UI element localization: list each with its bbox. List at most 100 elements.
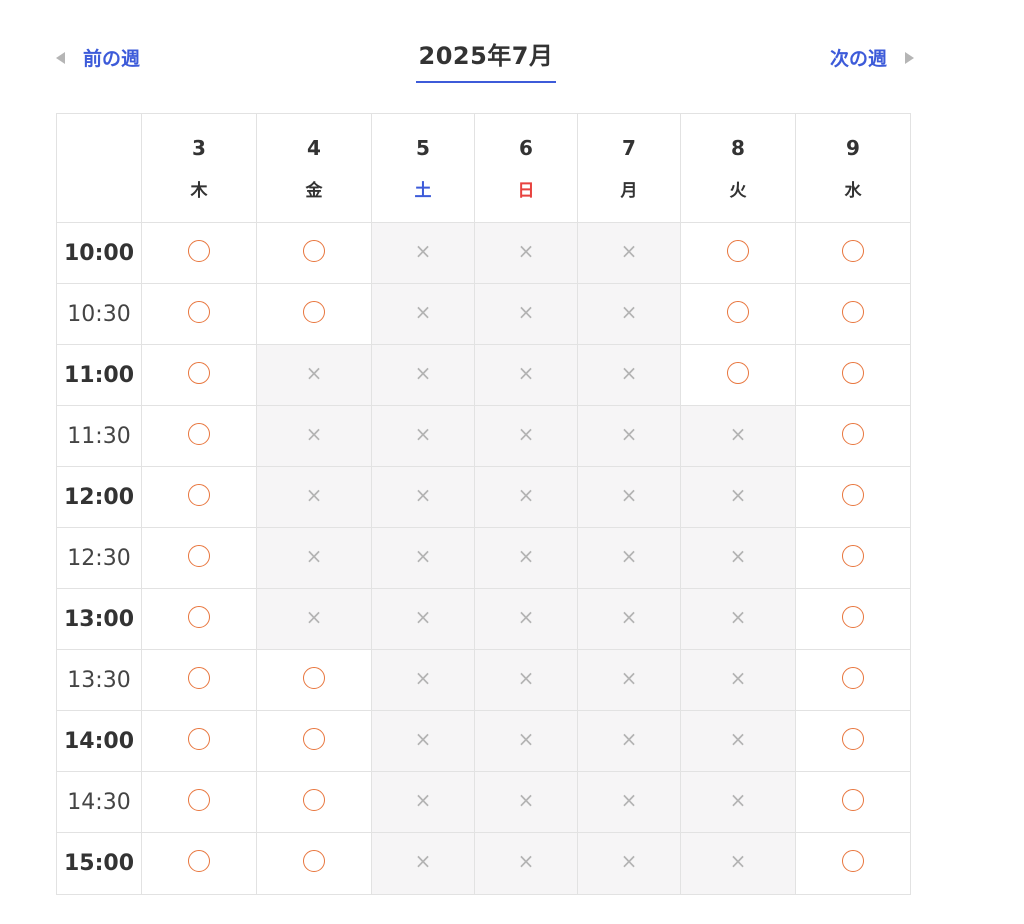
unavailable-cross-icon: × — [729, 422, 747, 446]
available-circle-icon[interactable] — [188, 484, 210, 506]
slot-unavailable: × — [680, 405, 796, 467]
slot-available[interactable] — [795, 588, 911, 650]
available-circle-icon[interactable] — [727, 240, 749, 262]
slot-unavailable: × — [577, 222, 681, 284]
slot-available[interactable] — [795, 466, 911, 528]
slot-available[interactable] — [141, 527, 257, 589]
available-circle-icon[interactable] — [842, 728, 864, 750]
available-circle-icon[interactable] — [188, 301, 210, 323]
available-circle-icon[interactable] — [727, 301, 749, 323]
unavailable-cross-icon: × — [414, 300, 432, 324]
unavailable-cross-icon: × — [305, 544, 323, 568]
available-circle-icon[interactable] — [303, 789, 325, 811]
available-circle-icon[interactable] — [842, 362, 864, 384]
next-week-link[interactable]: 次の週 — [830, 44, 914, 71]
unavailable-cross-icon: × — [305, 605, 323, 629]
slot-unavailable: × — [371, 832, 475, 895]
slot-unavailable: × — [680, 649, 796, 711]
available-circle-icon[interactable] — [303, 240, 325, 262]
day-header-6: 6日 — [474, 113, 578, 223]
slot-unavailable: × — [474, 405, 578, 467]
day-header-row: 3木4金5土6日7月8火9水 — [56, 113, 911, 223]
available-circle-icon[interactable] — [303, 850, 325, 872]
available-circle-icon[interactable] — [842, 850, 864, 872]
available-circle-icon[interactable] — [188, 423, 210, 445]
slot-available[interactable] — [795, 649, 911, 711]
time-row: 10:30 × × × — [56, 283, 911, 345]
slot-available[interactable] — [795, 222, 911, 284]
available-circle-icon[interactable] — [188, 728, 210, 750]
unavailable-cross-icon: × — [305, 483, 323, 507]
available-circle-icon[interactable] — [188, 240, 210, 262]
slot-available[interactable] — [795, 771, 911, 833]
day-date: 9 — [846, 135, 860, 160]
time-label: 11:00 — [56, 344, 142, 406]
slot-available[interactable] — [795, 344, 911, 406]
slot-available[interactable] — [141, 588, 257, 650]
slot-available[interactable] — [141, 832, 257, 895]
slot-available[interactable] — [141, 283, 257, 345]
slot-available[interactable] — [141, 771, 257, 833]
day-date: 5 — [416, 135, 430, 160]
slot-available[interactable] — [256, 283, 372, 345]
time-label: 14:30 — [56, 771, 142, 833]
slot-unavailable: × — [371, 710, 475, 772]
slot-available[interactable] — [141, 649, 257, 711]
slot-unavailable: × — [577, 283, 681, 345]
slot-available[interactable] — [141, 466, 257, 528]
slot-available[interactable] — [256, 710, 372, 772]
available-circle-icon[interactable] — [842, 789, 864, 811]
slot-unavailable: × — [256, 466, 372, 528]
slot-unavailable: × — [371, 405, 475, 467]
available-circle-icon[interactable] — [842, 423, 864, 445]
slot-unavailable: × — [680, 771, 796, 833]
slot-available[interactable] — [680, 222, 796, 284]
slot-unavailable: × — [577, 588, 681, 650]
slot-available[interactable] — [256, 832, 372, 895]
slot-available[interactable] — [795, 527, 911, 589]
available-circle-icon[interactable] — [842, 240, 864, 262]
slot-available[interactable] — [680, 344, 796, 406]
available-circle-icon[interactable] — [188, 545, 210, 567]
slot-available[interactable] — [680, 283, 796, 345]
slot-available[interactable] — [141, 344, 257, 406]
slot-available[interactable] — [795, 710, 911, 772]
slot-available[interactable] — [795, 405, 911, 467]
slot-unavailable: × — [474, 588, 578, 650]
available-circle-icon[interactable] — [188, 850, 210, 872]
available-circle-icon[interactable] — [842, 545, 864, 567]
slot-available[interactable] — [256, 222, 372, 284]
available-circle-icon[interactable] — [842, 484, 864, 506]
unavailable-cross-icon: × — [517, 544, 535, 568]
time-row: 15:00 × × × × — [56, 832, 911, 895]
slot-unavailable: × — [680, 466, 796, 528]
slot-unavailable: × — [474, 710, 578, 772]
slot-available[interactable] — [141, 405, 257, 467]
available-circle-icon[interactable] — [842, 606, 864, 628]
available-circle-icon[interactable] — [188, 606, 210, 628]
available-circle-icon[interactable] — [727, 362, 749, 384]
time-row: 13:00 × × × × × — [56, 588, 911, 650]
slot-unavailable: × — [474, 649, 578, 711]
unavailable-cross-icon: × — [620, 483, 638, 507]
slot-available[interactable] — [141, 710, 257, 772]
prev-week-link[interactable]: 前の週 — [56, 44, 140, 71]
slot-available[interactable] — [256, 649, 372, 711]
slot-available[interactable] — [141, 222, 257, 284]
slot-unavailable: × — [371, 527, 475, 589]
available-circle-icon[interactable] — [842, 667, 864, 689]
unavailable-cross-icon: × — [517, 849, 535, 873]
available-circle-icon[interactable] — [188, 362, 210, 384]
slot-available[interactable] — [795, 283, 911, 345]
available-circle-icon[interactable] — [188, 667, 210, 689]
available-circle-icon[interactable] — [303, 728, 325, 750]
available-circle-icon[interactable] — [303, 301, 325, 323]
available-circle-icon[interactable] — [303, 667, 325, 689]
available-circle-icon[interactable] — [842, 301, 864, 323]
slot-available[interactable] — [795, 832, 911, 895]
unavailable-cross-icon: × — [620, 422, 638, 446]
slot-available[interactable] — [256, 771, 372, 833]
slot-unavailable: × — [474, 832, 578, 895]
available-circle-icon[interactable] — [188, 789, 210, 811]
time-row: 12:00 × × × × × — [56, 466, 911, 528]
